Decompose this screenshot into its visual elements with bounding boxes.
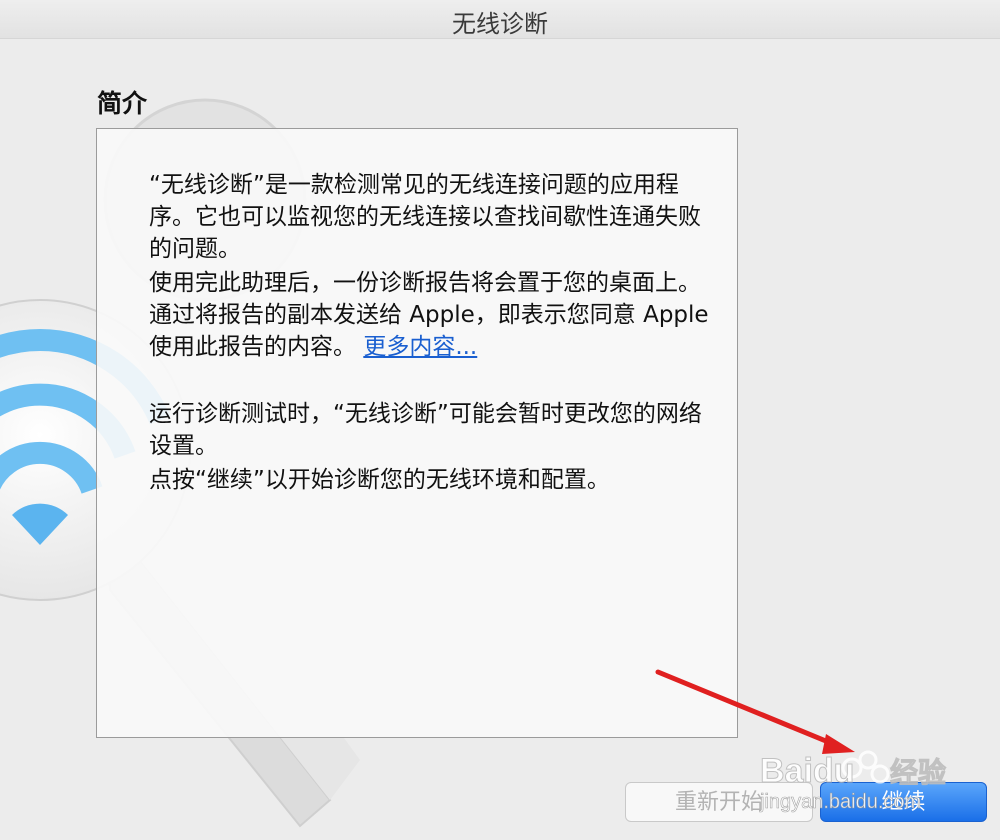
annotation-arrow-icon: [655, 669, 855, 754]
